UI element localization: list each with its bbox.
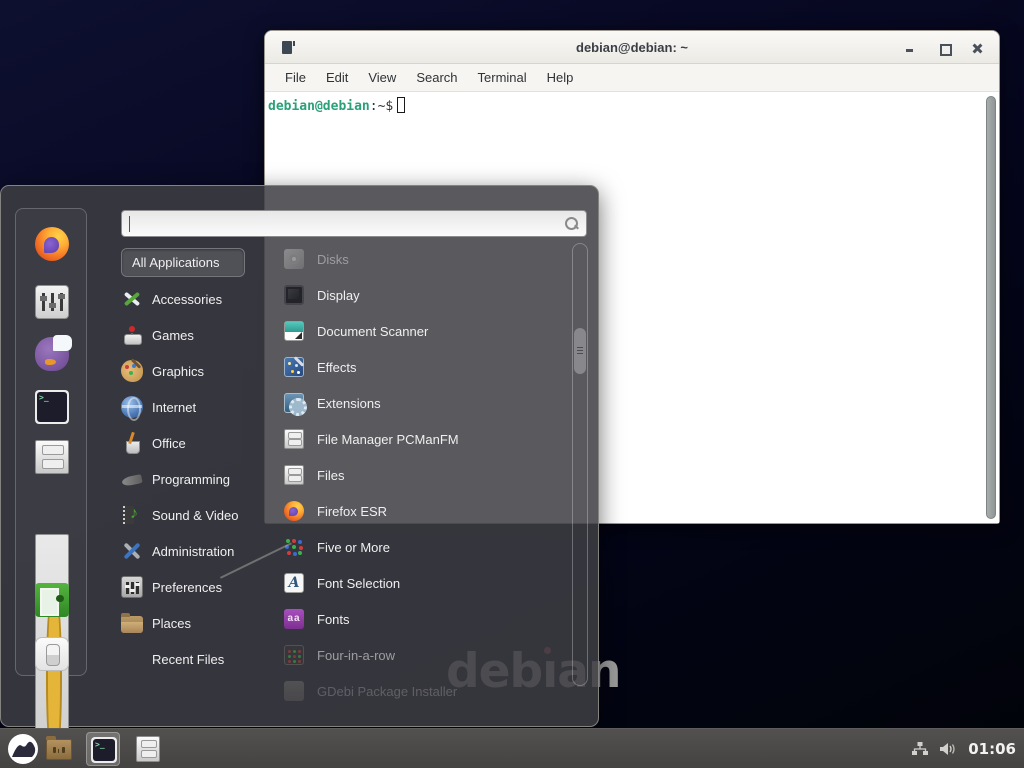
file-cabinet-icon: [284, 429, 304, 449]
app-list-scrollbar[interactable]: [572, 243, 588, 686]
document-scanner-icon: [284, 321, 304, 341]
network-icon[interactable]: [911, 741, 929, 757]
category-places[interactable]: Places: [121, 605, 271, 641]
gdebi-icon: [284, 681, 304, 701]
search-input[interactable]: [121, 210, 587, 237]
terminal-scrollbar-thumb[interactable]: [986, 96, 996, 519]
search-icon: [565, 217, 579, 231]
menu-button[interactable]: [8, 734, 38, 764]
pidgin-icon[interactable]: [35, 337, 69, 371]
maximize-button[interactable]: [937, 41, 951, 55]
debian-menu-icon: [8, 734, 38, 764]
app-firefox-esr[interactable]: Firefox ESR: [284, 493, 566, 529]
terminal-cursor: [397, 97, 405, 113]
app-effects[interactable]: Effects: [284, 349, 566, 385]
app-disks[interactable]: Disks: [284, 241, 566, 277]
accessories-icon: [121, 288, 143, 310]
display-icon: [284, 285, 304, 305]
places-icon: [121, 616, 143, 633]
window-title: debian@debian: ~: [576, 40, 688, 55]
app-gdebi-package-installer[interactable]: GDebi Package Installer: [284, 673, 566, 709]
programming-icon: [121, 468, 143, 490]
app-fonts[interactable]: aaFonts: [284, 601, 566, 637]
volume-icon[interactable]: [939, 741, 958, 757]
category-games[interactable]: Games: [121, 317, 271, 353]
terminal-icon[interactable]: >_: [35, 390, 69, 424]
effects-icon: [284, 357, 304, 377]
search-caret: [129, 216, 130, 232]
menu-terminal[interactable]: Terminal: [470, 67, 535, 88]
prompt-user-host: debian@debian: [268, 99, 370, 114]
internet-icon: [121, 396, 143, 418]
shutdown-icon[interactable]: [35, 637, 69, 671]
category-graphics[interactable]: Graphics: [121, 353, 271, 389]
menu-search[interactable]: Search: [408, 67, 465, 88]
category-internet[interactable]: Internet: [121, 389, 271, 425]
terminal-launcher[interactable]: >_: [86, 732, 120, 766]
category-accessories[interactable]: Accessories: [121, 281, 271, 317]
administration-icon: [121, 540, 143, 562]
terminal-icon: >_: [91, 737, 117, 763]
clock[interactable]: 01:06: [968, 740, 1016, 758]
terminal-menubar: File Edit View Search Terminal Help: [265, 64, 999, 92]
graphics-icon: [121, 360, 143, 382]
file-cabinet-icon: [284, 465, 304, 485]
prompt-path: :~$: [370, 99, 393, 114]
preferences-icon: [121, 576, 143, 598]
office-icon: [121, 432, 143, 454]
category-recent-files[interactable]: Recent Files: [121, 641, 271, 677]
files-launcher[interactable]: [136, 736, 160, 762]
app-list-scrollbar-thumb[interactable]: [574, 328, 586, 374]
control-center-icon[interactable]: [35, 285, 69, 319]
category-all-applications[interactable]: All Applications: [121, 248, 245, 277]
app-five-or-more[interactable]: Five or More: [284, 529, 566, 565]
app-list: Disks Display Document Scanner Effects E…: [284, 241, 566, 709]
menu-help[interactable]: Help: [539, 67, 582, 88]
category-programming[interactable]: Programming: [121, 461, 271, 497]
file-manager-icon[interactable]: [35, 440, 69, 474]
terminal-titlebar[interactable]: debian@debian: ~: [265, 31, 999, 64]
category-preferences[interactable]: Preferences: [121, 569, 271, 605]
firefox-icon[interactable]: [35, 227, 69, 261]
app-file-manager-pcmanfm[interactable]: File Manager PCManFM: [284, 421, 566, 457]
disks-icon: [284, 249, 304, 269]
fonts-icon: aa: [284, 609, 304, 629]
extensions-icon: [284, 393, 304, 413]
menu-view[interactable]: View: [360, 67, 404, 88]
menu-file[interactable]: File: [277, 67, 314, 88]
games-icon: [121, 324, 143, 346]
menu-edit[interactable]: Edit: [318, 67, 356, 88]
system-tray: 01:06: [911, 729, 1016, 768]
app-document-scanner[interactable]: Document Scanner: [284, 313, 566, 349]
firefox-icon: [284, 501, 304, 521]
folder-launcher[interactable]: [46, 739, 72, 760]
logout-icon[interactable]: [35, 583, 69, 617]
four-in-a-row-icon: [284, 645, 304, 665]
app-extensions[interactable]: Extensions: [284, 385, 566, 421]
category-sound-video[interactable]: ♪Sound & Video: [121, 497, 271, 533]
terminal-scrollbar[interactable]: [985, 95, 997, 520]
terminal-app-icon: [282, 41, 292, 54]
font-selection-icon: A: [284, 573, 304, 593]
category-list: All Applications Accessories Games Graph…: [121, 246, 271, 677]
favorites-panel: >_: [15, 208, 87, 676]
minimize-button[interactable]: [903, 41, 917, 55]
five-or-more-icon: [284, 537, 304, 557]
app-files[interactable]: Files: [284, 457, 566, 493]
app-font-selection[interactable]: AFont Selection: [284, 565, 566, 601]
app-four-in-a-row[interactable]: Four-in-a-row: [284, 637, 566, 673]
application-menu: >_ All Applications Accessories Games Gr…: [0, 185, 599, 727]
category-office[interactable]: Office: [121, 425, 271, 461]
app-display[interactable]: Display: [284, 277, 566, 313]
close-button[interactable]: [971, 41, 985, 55]
taskbar: >_ 01:06: [0, 728, 1024, 768]
sound-video-icon: ♪: [121, 504, 143, 526]
